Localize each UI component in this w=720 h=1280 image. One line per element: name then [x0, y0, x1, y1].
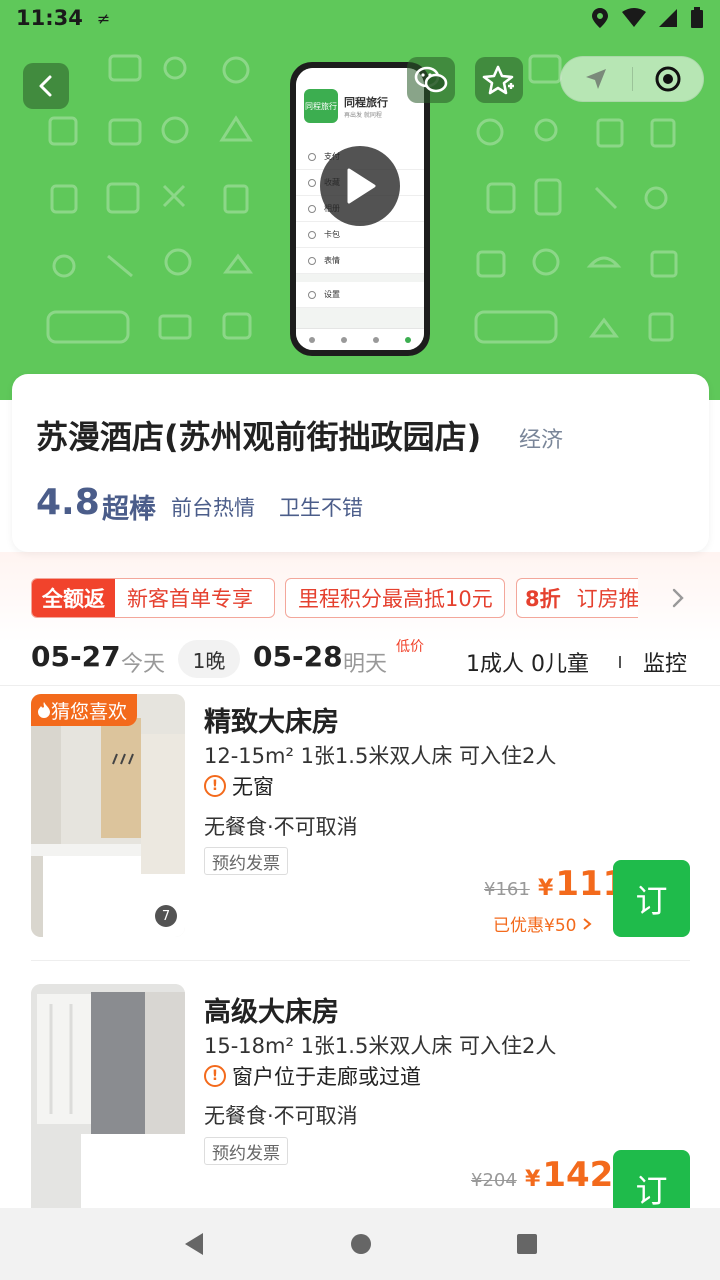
checkin-label: 今天: [121, 652, 166, 677]
location-button[interactable]: [561, 57, 632, 101]
room-policy: 无餐食·不可取消: [204, 1104, 358, 1128]
room-photo-illustration: [31, 984, 185, 1208]
nav-home-icon[interactable]: [349, 1232, 373, 1256]
room-title: 精致大床房: [204, 707, 339, 738]
warning-icon: !: [204, 1065, 226, 1087]
price-currency: ¥: [525, 1167, 541, 1192]
promo-text: 新客首单专享: [127, 587, 253, 611]
play-video-button[interactable]: [320, 146, 400, 226]
invoice-tag: 预约发票: [204, 1137, 288, 1165]
promo-text: 里程积分最高抵10元: [298, 587, 493, 611]
hotel-category-tag: 经济: [519, 428, 564, 453]
room-photo[interactable]: [31, 984, 185, 1208]
status-indicator: ≠: [96, 8, 111, 28]
promo-discount[interactable]: 8折 订房推: [516, 578, 638, 618]
date-guest-row: 05-27 今天 1晚 05-28 明天 低价 1成人 0儿童 监控: [0, 634, 720, 686]
chevron-right-icon: [672, 588, 684, 608]
phone-tab-bar: [296, 328, 424, 350]
review-highlight[interactable]: 卫生不错: [279, 492, 363, 522]
invoice-tag: 预约发票: [204, 847, 288, 875]
promo-discount-label: 8折: [525, 587, 561, 611]
room-divider: [31, 960, 690, 961]
system-navigation-bar: [0, 1208, 720, 1280]
wifi-icon: [622, 8, 646, 27]
room-warning-text: 窗户位于走廊或过道: [232, 1065, 421, 1089]
app-slogan: 再出发 就同程: [344, 111, 382, 119]
promo-mileage[interactable]: 里程积分最高抵10元: [285, 578, 505, 618]
room-title: 高级大床房: [204, 997, 339, 1028]
back-button[interactable]: [23, 63, 69, 109]
price-monitor-button[interactable]: 监控: [643, 646, 687, 678]
price-value: 142: [542, 1155, 614, 1195]
app-name: 同程旅行 再出发 就同程: [344, 94, 388, 119]
chevron-left-icon: [39, 75, 52, 97]
discount-text: 已优惠¥50: [493, 916, 577, 936]
hotel-info-card: 苏漫酒店(苏州观前街拙政园店) 经济 4.8 超棒 前台热情 卫生不错: [12, 374, 709, 552]
flame-icon: [38, 702, 50, 718]
chevron-right-icon: [583, 918, 592, 930]
promo-text: 订房推: [576, 587, 638, 611]
promo-more-button[interactable]: [664, 584, 692, 612]
promo-new-customer[interactable]: 全额返 新客首单专享: [31, 578, 275, 618]
recommend-badge-text: 猜您喜欢: [51, 700, 128, 723]
location-arrow-icon: [586, 69, 607, 89]
hotel-name: 苏漫酒店(苏州观前街拙政园店): [36, 418, 482, 456]
room-warning: ! 无窗: [204, 771, 274, 801]
status-bar: 11:34 ≠: [0, 0, 720, 36]
room-photo[interactable]: 猜您喜欢 7: [31, 694, 185, 937]
record-icon: [655, 66, 681, 92]
phone-app-header: 同程旅行 同程旅行 再出发 就同程: [296, 68, 424, 144]
nav-recents-icon[interactable]: [515, 1232, 539, 1256]
room-warning: ! 窗户位于走廊或过道: [204, 1061, 421, 1091]
rating-word[interactable]: 超棒: [102, 487, 156, 526]
rating-score[interactable]: 4.8: [36, 482, 100, 523]
room-spec: 15-18m² 1张1.5米双人床 可入住2人: [204, 1034, 557, 1058]
original-price: ¥161: [484, 879, 530, 900]
app-name-text: 同程旅行: [344, 95, 388, 109]
room-price: ¥142: [525, 1155, 613, 1195]
nav-back-icon[interactable]: [181, 1231, 207, 1257]
warning-icon: !: [204, 775, 226, 797]
app-logo: 同程旅行: [304, 89, 338, 123]
low-price-tag: 低价: [396, 639, 424, 655]
guest-divider: [619, 656, 621, 668]
location-status-icon: [592, 8, 608, 28]
checkout-label: 明天: [343, 652, 388, 677]
room-policy: 无餐食·不可取消: [204, 815, 358, 839]
share-button[interactable]: [407, 57, 455, 103]
photo-count: 7: [155, 905, 177, 927]
room-spec: 12-15m² 1张1.5米双人床 可入住2人: [204, 744, 557, 768]
recommend-badge: 猜您喜欢: [31, 694, 138, 726]
battery-icon: [691, 7, 703, 28]
phone-menu-item: 表情: [296, 248, 424, 274]
mini-program-capsule: [560, 56, 704, 102]
promo-fill-label: 全额返: [32, 579, 115, 617]
book-button[interactable]: 订: [613, 860, 690, 937]
room-photo-illustration: [31, 694, 185, 937]
nights-badge: 1晚: [178, 640, 240, 678]
original-price: ¥204: [471, 1170, 517, 1191]
wechat-share-icon: [414, 66, 448, 93]
review-highlight[interactable]: 前台热情: [171, 492, 255, 522]
guest-count[interactable]: 1成人 0儿童: [466, 646, 589, 678]
close-program-button[interactable]: [633, 57, 704, 101]
status-icons: [590, 7, 704, 29]
book-button[interactable]: 订: [613, 1150, 690, 1210]
signal-icon: [659, 9, 677, 27]
favorite-button[interactable]: [475, 57, 523, 103]
room-warning-text: 无窗: [232, 775, 274, 799]
star-plus-icon: [482, 65, 514, 95]
price-currency: ¥: [538, 876, 554, 901]
checkout-date[interactable]: 05-28: [253, 640, 343, 673]
discount-detail-link[interactable]: 已优惠¥50: [493, 911, 592, 936]
phone-menu-item: 设置: [296, 282, 424, 308]
play-icon: [347, 168, 376, 204]
status-time: 11:34: [16, 6, 83, 30]
checkin-date[interactable]: 05-27: [31, 640, 121, 673]
